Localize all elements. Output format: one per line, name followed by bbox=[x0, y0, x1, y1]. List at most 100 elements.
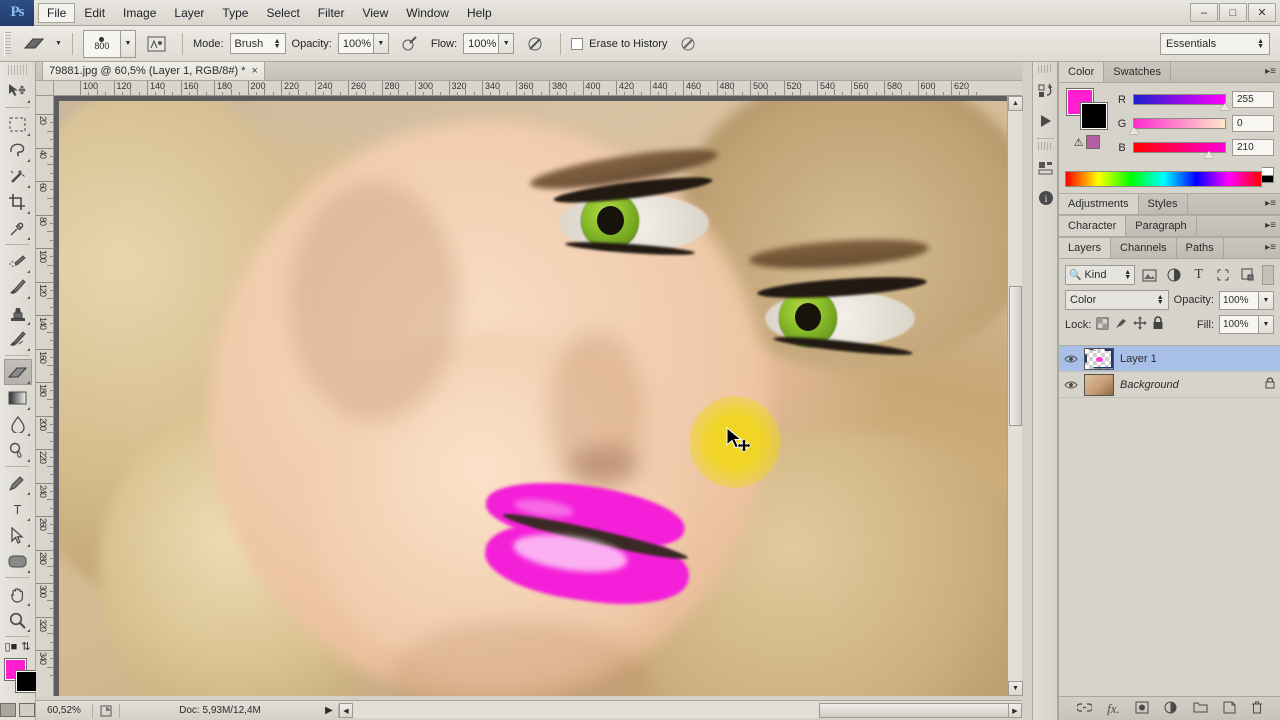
channel-slider[interactable] bbox=[1133, 142, 1226, 158]
menu-item-view[interactable]: View bbox=[353, 3, 397, 23]
hand-tool[interactable] bbox=[4, 581, 32, 607]
brush-preset-picker-button[interactable]: ▼ bbox=[120, 29, 136, 58]
menu-item-filter[interactable]: Filter bbox=[309, 3, 354, 23]
zoom-tool[interactable] bbox=[4, 607, 32, 633]
document-profile-icon[interactable] bbox=[93, 705, 119, 717]
crop-tool[interactable] bbox=[4, 189, 32, 215]
document-tab[interactable]: 79881.jpg @ 60,5% (Layer 1, RGB/8#) * × bbox=[42, 61, 265, 80]
color-swatches[interactable] bbox=[0, 657, 38, 697]
layer-row[interactable]: Background bbox=[1059, 372, 1280, 398]
channel-value[interactable]: 210 bbox=[1232, 139, 1274, 156]
airbrush-icon[interactable] bbox=[395, 32, 425, 56]
layer-opacity-slider-button[interactable]: ▼ bbox=[1259, 290, 1274, 310]
move-tool[interactable] bbox=[4, 78, 32, 104]
clone-stamp-tool[interactable] bbox=[4, 300, 32, 326]
filter-adjustment-icon[interactable] bbox=[1165, 265, 1184, 285]
path-selection-tool[interactable] bbox=[4, 522, 32, 548]
maximize-button[interactable]: □ bbox=[1219, 3, 1247, 22]
slider-knob[interactable] bbox=[1203, 151, 1214, 158]
menu-item-window[interactable]: Window bbox=[397, 3, 458, 23]
dodge-tool[interactable] bbox=[4, 437, 32, 463]
delete-layer-icon[interactable] bbox=[1251, 701, 1263, 717]
eyedropper-tool[interactable] bbox=[4, 215, 32, 241]
horizontal-scroll-thumb[interactable] bbox=[819, 703, 1009, 718]
tab-color[interactable]: Color bbox=[1059, 62, 1105, 82]
lock-all-icon[interactable] bbox=[1152, 316, 1164, 333]
default-colors-icon[interactable]: ▯■ bbox=[5, 640, 18, 653]
minimize-button[interactable]: – bbox=[1190, 3, 1218, 22]
eraser-tool[interactable] bbox=[3, 359, 32, 385]
layer-style-icon[interactable]: fx. bbox=[1107, 701, 1120, 717]
lock-image-pixels-icon[interactable] bbox=[1114, 317, 1128, 333]
flow-value[interactable]: 100% bbox=[463, 33, 500, 54]
options-bar-grip[interactable] bbox=[4, 31, 11, 56]
history-brush-tool[interactable] bbox=[4, 326, 32, 352]
rectangular-marquee-tool[interactable] bbox=[4, 111, 32, 137]
lock-transparent-pixels-icon[interactable] bbox=[1096, 317, 1109, 333]
workspace-select[interactable]: Essentials ▲ ▼ bbox=[1160, 32, 1270, 55]
menu-item-file[interactable]: File bbox=[38, 2, 76, 23]
flow-slider-button[interactable]: ▼ bbox=[499, 33, 515, 54]
panel-menu-icon[interactable]: ▸≡ bbox=[1265, 66, 1276, 77]
channel-slider[interactable] bbox=[1129, 118, 1226, 134]
rail-grip[interactable] bbox=[1038, 142, 1052, 150]
canvas-area[interactable] bbox=[54, 96, 1022, 696]
erase-to-history-checkbox[interactable] bbox=[571, 37, 584, 50]
close-button[interactable]: ✕ bbox=[1248, 3, 1276, 22]
link-layers-icon[interactable] bbox=[1076, 702, 1094, 716]
rail-grip[interactable] bbox=[1038, 65, 1052, 73]
quick-mask-icon[interactable] bbox=[19, 703, 35, 717]
artboard[interactable] bbox=[59, 101, 1007, 696]
menu-item-layer[interactable]: Layer bbox=[165, 3, 213, 23]
horizontal-type-tool[interactable]: T bbox=[4, 496, 32, 522]
add-layer-mask-icon[interactable] bbox=[1135, 701, 1149, 717]
panel-menu-icon[interactable]: ▸≡ bbox=[1265, 198, 1276, 209]
tab-paragraph[interactable]: Paragraph bbox=[1126, 216, 1197, 236]
channel-value[interactable]: 255 bbox=[1232, 91, 1274, 108]
gamut-warning-icon[interactable]: ⚠ bbox=[1074, 136, 1084, 149]
gamut-warning-swatch[interactable] bbox=[1086, 135, 1101, 149]
pressure-size-icon[interactable] bbox=[673, 32, 703, 56]
panel-menu-icon[interactable]: ▸≡ bbox=[1265, 242, 1276, 253]
swap-colors-icon[interactable]: ⇅ bbox=[21, 640, 30, 653]
slider-knob[interactable] bbox=[1129, 127, 1139, 134]
layer-thumbnail[interactable] bbox=[1084, 373, 1114, 396]
spectrum-endpoints[interactable] bbox=[1262, 167, 1274, 183]
background-color-swatch[interactable] bbox=[15, 670, 38, 693]
layer-visibility-icon[interactable] bbox=[1064, 378, 1078, 392]
tab-character[interactable]: Character bbox=[1059, 216, 1127, 236]
menu-item-help[interactable]: Help bbox=[458, 3, 501, 23]
tablet-pressure-icon[interactable] bbox=[520, 32, 550, 56]
mini-bridge-panel-icon[interactable] bbox=[1033, 153, 1059, 183]
eraser-icon[interactable] bbox=[19, 32, 49, 56]
history-panel-icon[interactable] bbox=[1033, 76, 1059, 106]
color-spectrum-ramp[interactable] bbox=[1065, 171, 1262, 187]
slider-knob[interactable] bbox=[1220, 103, 1230, 110]
layer-thumbnail[interactable] bbox=[1084, 347, 1114, 370]
pen-tool[interactable] bbox=[4, 470, 32, 496]
actions-panel-icon[interactable] bbox=[1033, 106, 1059, 136]
tab-styles[interactable]: Styles bbox=[1139, 194, 1188, 214]
vertical-scroll-thumb[interactable] bbox=[1009, 286, 1022, 426]
brush-panel-icon[interactable] bbox=[142, 32, 172, 56]
tab-swatches[interactable]: Swatches bbox=[1104, 62, 1171, 82]
brush-tool[interactable] bbox=[4, 274, 32, 300]
panel-menu-icon[interactable]: ▸≡ bbox=[1265, 220, 1276, 231]
gradient-tool[interactable] bbox=[4, 385, 32, 411]
opacity-slider-button[interactable]: ▼ bbox=[373, 33, 389, 54]
spot-healing-brush-tool[interactable] bbox=[4, 248, 32, 274]
filter-pixel-icon[interactable] bbox=[1140, 265, 1159, 285]
scroll-left-button[interactable]: ◀ bbox=[339, 703, 353, 718]
channel-value[interactable]: 0 bbox=[1232, 115, 1274, 132]
horizontal-ruler[interactable]: 100 120 140 160 180 200 220 240 260 280 300 320 340 3… bbox=[54, 81, 1022, 96]
close-icon[interactable]: × bbox=[251, 65, 257, 77]
lock-position-icon[interactable] bbox=[1133, 316, 1148, 333]
background-color-swatch[interactable] bbox=[1080, 102, 1108, 130]
new-layer-icon[interactable] bbox=[1223, 701, 1236, 717]
canvas-horizontal-scrollbar[interactable]: ◀ ▶ bbox=[339, 703, 1022, 718]
scroll-right-button[interactable]: ▶ bbox=[1008, 703, 1022, 718]
layer-opacity-value[interactable]: 100% bbox=[1219, 290, 1259, 310]
tab-paths[interactable]: Paths bbox=[1177, 238, 1224, 258]
tab-channels[interactable]: Channels bbox=[1111, 238, 1177, 258]
tab-layers[interactable]: Layers bbox=[1059, 238, 1112, 258]
